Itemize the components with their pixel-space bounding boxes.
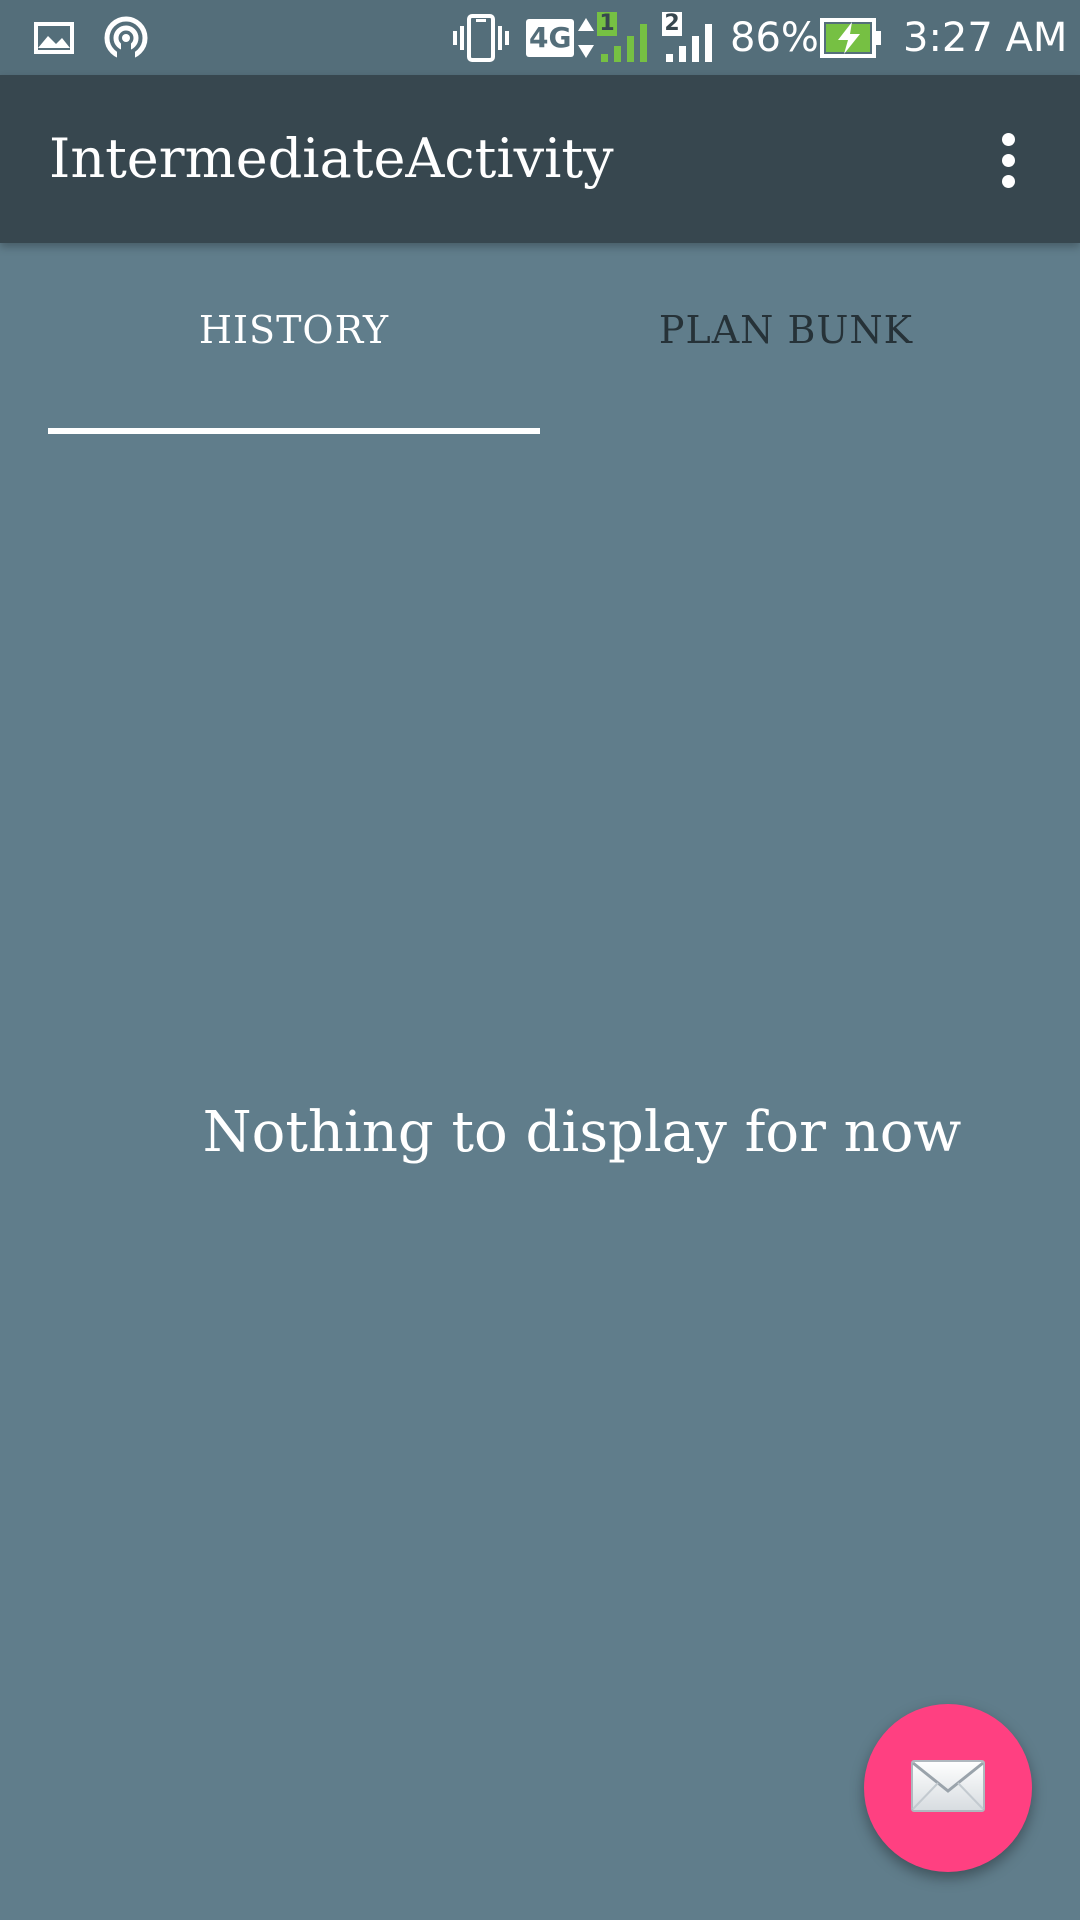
app-toolbar: IntermediateActivity	[0, 75, 1080, 243]
tab-history-label: HISTORY	[198, 308, 390, 352]
empty-state: Nothing to display for now	[0, 1100, 1080, 1165]
tab-bar: HISTORY PLAN BUNK	[48, 243, 1032, 435]
tab-plan-bunk[interactable]: PLAN BUNK	[540, 243, 1032, 435]
tab-indicator	[48, 428, 540, 434]
more-vert-icon-dot	[1001, 153, 1015, 167]
4g-data-icon: 4G	[526, 12, 595, 64]
empty-state-message: Nothing to display for now	[202, 1100, 962, 1165]
vibrate-icon	[452, 12, 510, 64]
network-type-label: 4G	[526, 19, 575, 57]
more-vert-icon-dot	[1001, 174, 1015, 188]
fab-mail-button[interactable]	[864, 1704, 1032, 1872]
screen: 4G 1 2 86% 3:27 AM IntermediateActivity …	[0, 0, 1080, 1920]
status-bar: 4G 1 2 86% 3:27 AM	[0, 0, 1080, 75]
clock: 3:27 AM	[903, 15, 1068, 61]
envelope-icon	[910, 1759, 986, 1817]
toolbar-title: IntermediateActivity	[49, 127, 614, 190]
more-options-button[interactable]	[984, 124, 1032, 196]
hotspot-icon	[103, 12, 149, 64]
tab-plan-bunk-label: PLAN BUNK	[658, 308, 914, 352]
more-vert-icon	[1001, 132, 1015, 146]
image-notification-icon	[34, 12, 74, 64]
signal-sim1-icon: 1	[597, 12, 653, 64]
battery-percent: 86%	[730, 15, 819, 61]
signal-sim2-icon: 2	[662, 12, 718, 64]
battery-charging-icon	[820, 12, 882, 64]
tab-history[interactable]: HISTORY	[48, 243, 540, 435]
